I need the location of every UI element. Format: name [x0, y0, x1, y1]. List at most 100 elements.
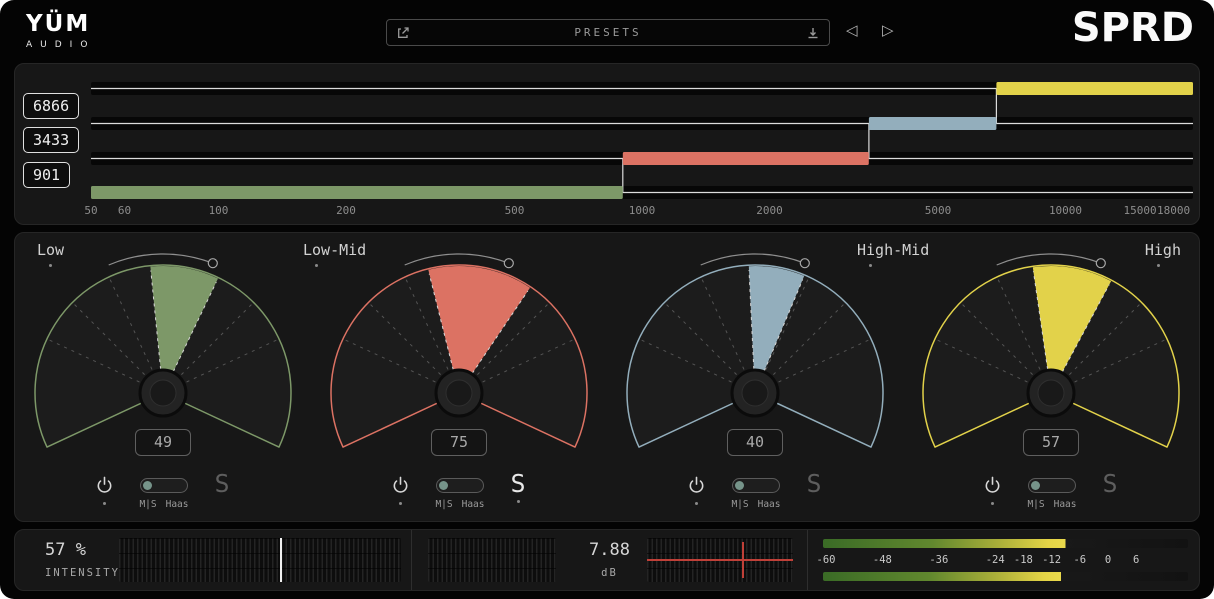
tilt-indicator-arc[interactable]: [701, 254, 805, 265]
next-preset-button[interactable]: ▷: [882, 21, 894, 39]
band-label-high: High: [1145, 241, 1181, 267]
solo-button[interactable]: S: [1103, 474, 1118, 494]
dial-knob-inner: [446, 380, 472, 406]
power-toggle[interactable]: [392, 476, 409, 496]
meter-tick-label: -60: [817, 554, 836, 566]
crossover-spectrum: 5060100200500100020005000100001500018000: [15, 64, 1201, 224]
ms-haas-toggle[interactable]: [436, 478, 484, 493]
power-toggle[interactable]: [96, 476, 113, 496]
export-icon: [396, 26, 410, 40]
band-label-text: High: [1145, 241, 1181, 259]
automation-dot: [1157, 264, 1160, 267]
ms-label: M|S: [731, 499, 748, 510]
logo-sub-text: AUDIO: [26, 40, 95, 50]
automation-dot: [49, 264, 52, 267]
tilt-indicator-arc[interactable]: [997, 254, 1101, 265]
crossover-freq-box[interactable]: 3433: [23, 127, 79, 153]
band-label-high-mid: High-Mid: [857, 241, 929, 267]
meter-tick-label: -36: [929, 554, 948, 566]
band-controls: M|S Haas S: [311, 476, 607, 510]
meter-tick-label: -12: [1042, 554, 1061, 566]
haas-label: Haas: [462, 499, 485, 510]
automation-dot: [399, 502, 402, 505]
tilt-handle[interactable]: [504, 259, 513, 268]
bands-panel: Low Low-Mid High-Mid High 49: [14, 232, 1200, 522]
automation-dot: [991, 502, 994, 505]
automation-dot: [315, 264, 318, 267]
freq-tick-label: 10000: [1049, 204, 1082, 217]
solo-button[interactable]: S: [511, 474, 526, 494]
band-range-segment[interactable]: [996, 82, 1193, 95]
toggle-thumb: [143, 481, 152, 490]
intensity-section: 57 % INTENSITY: [15, 530, 411, 590]
prev-preset-button[interactable]: ◁: [846, 21, 858, 39]
logo-main-text: YÜM: [26, 11, 95, 37]
band-label-low-mid: Low-Mid: [303, 241, 366, 267]
solo-button[interactable]: S: [215, 474, 230, 494]
ms-label: M|S: [139, 499, 156, 510]
solo-button[interactable]: S: [807, 474, 822, 494]
preset-bar: PRESETS: [386, 19, 830, 46]
power-icon: [96, 476, 113, 493]
toggle-thumb: [1031, 481, 1040, 490]
power-toggle[interactable]: [688, 476, 705, 496]
spread-value-box[interactable]: 57: [1023, 429, 1079, 456]
crossover-freq-box[interactable]: 6866: [23, 93, 79, 119]
ms-haas-toggle[interactable]: [140, 478, 188, 493]
width-slider-right[interactable]: [647, 538, 793, 582]
ms-haas-toggle[interactable]: [732, 478, 780, 493]
download-icon: [806, 26, 820, 40]
plugin-window: YÜM AUDIO PRESETS ◁ ▷ SPRD 5060100200500…: [0, 0, 1214, 599]
freq-tick-label: 1000: [629, 204, 656, 217]
band-label-low: Low: [37, 241, 64, 267]
power-icon: [984, 476, 1001, 493]
band-label-text: Low: [37, 241, 64, 259]
band-label-text: Low-Mid: [303, 241, 366, 259]
meter-bar-right: [823, 572, 1188, 581]
intensity-slider[interactable]: [119, 538, 401, 582]
width-section: 7.88 dB: [411, 530, 807, 590]
dial-knob-inner: [150, 380, 176, 406]
export-preset-button[interactable]: [396, 26, 410, 40]
band-controls: M|S Haas S: [903, 476, 1199, 510]
crossover-freq-box[interactable]: 901: [23, 162, 70, 188]
tilt-handle[interactable]: [208, 259, 217, 268]
spread-value-box[interactable]: 75: [431, 429, 487, 456]
yum-audio-logo: YÜM AUDIO: [26, 11, 95, 50]
output-meter-section: -60-48-36-24-18-12-606: [807, 530, 1199, 590]
band-controls: M|S Haas S: [15, 476, 311, 510]
spread-value-box[interactable]: 40: [727, 429, 783, 456]
intensity-slider-handle[interactable]: [280, 538, 282, 582]
tilt-handle[interactable]: [1096, 259, 1105, 268]
preset-menu[interactable]: PRESETS: [410, 26, 806, 39]
band-range-segment[interactable]: [869, 117, 997, 130]
meter-tick-label: -24: [986, 554, 1005, 566]
tilt-indicator-arc[interactable]: [405, 254, 509, 265]
save-preset-button[interactable]: [806, 26, 820, 40]
freq-tick-label: 50: [84, 204, 97, 217]
band-module-low-mid: 75 M|S Haas: [311, 233, 607, 521]
power-icon: [392, 476, 409, 493]
spread-value-box[interactable]: 49: [135, 429, 191, 456]
dial-knob-inner: [1038, 380, 1064, 406]
width-marker-line: [647, 559, 793, 561]
band-controls: M|S Haas S: [607, 476, 903, 510]
width-marker-handle[interactable]: [742, 542, 744, 578]
band-range-segment[interactable]: [623, 152, 869, 165]
intensity-label: INTENSITY: [45, 567, 120, 579]
band-module-high: 57 M|S Haas: [903, 233, 1199, 521]
meter-tick-label: 6: [1133, 554, 1139, 566]
freq-tick-label: 100: [209, 204, 229, 217]
power-toggle[interactable]: [984, 476, 1001, 496]
freq-tick-label: 15000: [1124, 204, 1157, 217]
freq-tick-label: 5000: [925, 204, 952, 217]
toggle-thumb: [735, 481, 744, 490]
ms-haas-toggle[interactable]: [1028, 478, 1076, 493]
tilt-indicator-arc[interactable]: [109, 254, 213, 265]
band-range-segment[interactable]: [91, 186, 623, 199]
freq-tick-label: 60: [118, 204, 131, 217]
ms-label: M|S: [1027, 499, 1044, 510]
freq-tick-label: 18000: [1157, 204, 1190, 217]
meter-tick-label: -6: [1073, 554, 1086, 566]
tilt-handle[interactable]: [800, 259, 809, 268]
